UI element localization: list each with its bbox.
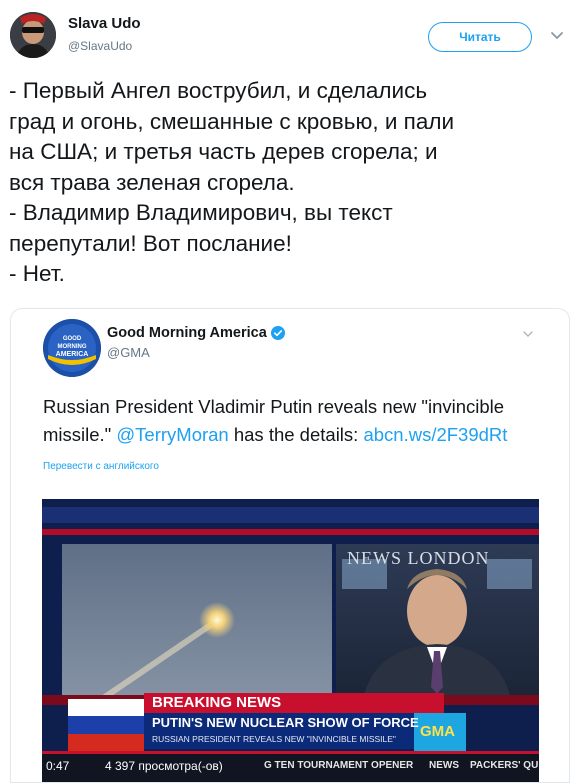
author-name[interactable]: Slava Udo [68, 15, 141, 32]
quoted-text-segment: has the details: [228, 424, 364, 445]
ticker-text-right: PACKERS' QU [470, 760, 539, 771]
video-player[interactable]: NEWS LONDON BREAKING NEWS PUTIN'S NEW NU… [42, 499, 539, 782]
video-views: 4 397 просмотра(-ов) [105, 759, 223, 773]
mention-link[interactable]: @TerryMoran [116, 424, 228, 445]
video-backdrop-text: NEWS LONDON [347, 548, 490, 568]
translate-link[interactable]: Перевести с английского [43, 461, 159, 472]
banner-headline: PUTIN'S NEW NUCLEAR SHOW OF FORCE [152, 715, 419, 730]
gma-logo-icon: GOOD MORNING AMERICA [43, 319, 101, 377]
follow-button[interactable]: Читать [428, 22, 532, 52]
gma-avatar[interactable]: GOOD MORNING AMERICA [43, 319, 101, 377]
tweet-line: на США; и третья часть дерев сгорела; и [9, 139, 438, 164]
gma-avatar-text: MORNING [58, 344, 87, 350]
tweet-line: вся трава зеленая сгорела. [9, 169, 295, 195]
quoted-text-line: Russian President Vladimir Putin reveals… [43, 396, 505, 417]
chevron-down-icon[interactable] [521, 327, 535, 341]
tweet-line: - Нет. [9, 261, 65, 286]
tweet-header: Slava Udo @SlavaUdo Читать [0, 0, 580, 64]
gma-avatar-text: AMERICA [56, 351, 89, 358]
author-avatar-image [10, 12, 56, 58]
quoted-tweet-text: Russian President Vladimir Putin reveals… [43, 393, 543, 449]
banner-subheadline: RUSSIAN PRESIDENT REVEALS NEW "INVINCIBL… [152, 734, 396, 744]
gma-logo: GMA [420, 723, 455, 740]
gma-avatar-text: GOOD [63, 336, 82, 342]
breaking-news-label: BREAKING NEWS [152, 694, 282, 711]
ticker-news-label: NEWS [429, 760, 459, 771]
verified-badge-icon [270, 326, 285, 340]
tweet-line: - Первый Ангел вострубил, и сделались [9, 78, 428, 103]
author-handle[interactable]: @SlavaUdo [68, 39, 132, 53]
quoted-author-name: Good Morning America [107, 325, 267, 341]
quoted-author-handle[interactable]: @GMA [107, 345, 150, 360]
video-time: 0:47 [46, 759, 70, 773]
tweet-text: - Первый Ангел вострубил, и сделались гр… [9, 76, 569, 290]
ticker-text: G TEN TOURNAMENT OPENER [264, 760, 414, 771]
quoted-tweet-card[interactable]: GOOD MORNING AMERICA Good Morning Americ… [10, 308, 570, 783]
quoted-text-segment: missile." [43, 424, 117, 445]
chevron-down-icon[interactable] [548, 26, 566, 44]
tweet-line: - Владимир Владимирович, вы текст [9, 200, 393, 225]
quoted-author[interactable]: Good Morning America [107, 325, 285, 341]
tweet-line: перепутали! Вот послание! [9, 230, 292, 256]
author-avatar[interactable] [10, 12, 56, 58]
url-link[interactable]: abcn.ws/2F39dRt [363, 424, 507, 445]
tweet-line: град и огонь, смешанные с кровью, и пали [9, 108, 455, 134]
